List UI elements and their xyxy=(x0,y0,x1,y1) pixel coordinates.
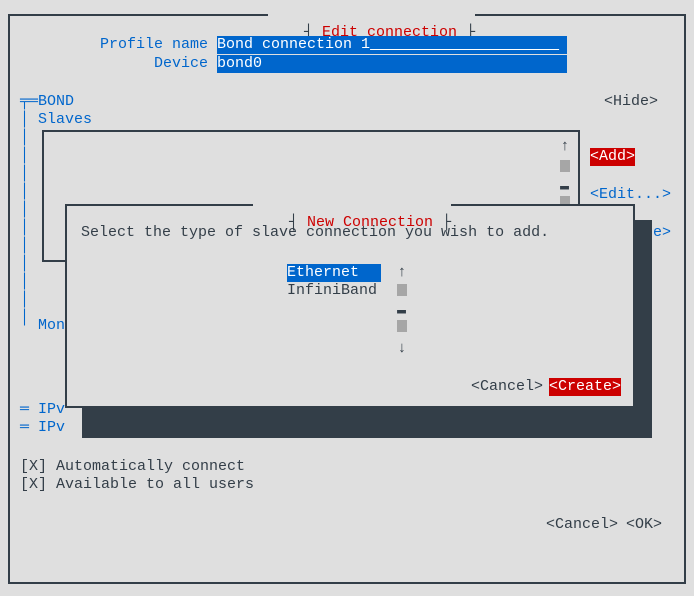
connection-type-ethernet[interactable]: Ethernet xyxy=(287,264,381,282)
dialog-scroll-thumb-1 xyxy=(397,284,407,302)
edit-button[interactable]: <Edit...> xyxy=(590,186,671,204)
device-input[interactable]: bond0 xyxy=(217,55,567,73)
device-value: bond0 xyxy=(217,55,262,72)
slaves-scroll-up[interactable]: ↑ xyxy=(560,138,570,156)
profile-name-label: Profile name xyxy=(100,36,208,54)
dialog-scroll-thumb-2 xyxy=(397,320,407,338)
profile-name-value: Bond connection 1 xyxy=(217,36,370,53)
device-label: Device xyxy=(154,55,208,73)
bond-section-bar-1: │ xyxy=(20,111,29,129)
profile-name-input[interactable]: Bond connection 1 xyxy=(217,36,567,54)
new-connection-dialog: ┤ New Connection ├ Select the type of sl… xyxy=(65,204,635,408)
monitoring-label-fragment: Mon xyxy=(38,317,65,335)
dialog-prompt: Select the type of slave connection you … xyxy=(81,224,549,242)
hide-button[interactable]: <Hide> xyxy=(604,93,658,111)
dialog-cancel-button[interactable]: <Cancel> xyxy=(471,378,543,396)
available-all-users-checkbox[interactable]: [X] Available to all users xyxy=(20,476,254,494)
outer-ok-button[interactable]: <OK> xyxy=(626,516,662,534)
ipv4-row: ═ IPv xyxy=(20,401,65,419)
slaves-label: Slaves xyxy=(38,111,92,129)
dialog-scroll-down[interactable]: ↓ xyxy=(397,340,407,358)
delete-button-tail[interactable]: e> xyxy=(653,224,671,242)
ipv6-row: ═ IPv xyxy=(20,419,65,437)
dialog-scroll-up[interactable]: ↑ xyxy=(397,264,407,282)
dialog-create-button[interactable]: <Create> xyxy=(549,378,621,396)
auto-connect-checkbox[interactable]: [X] Automatically connect xyxy=(20,458,245,476)
outer-cancel-button[interactable]: <Cancel> xyxy=(546,516,618,534)
bond-section-bar-2: │││││││││││ xyxy=(20,129,29,329)
slaves-scroll-mark: ▬ xyxy=(560,178,569,196)
add-button[interactable]: <Add> xyxy=(590,148,635,166)
bond-label: BOND xyxy=(38,93,74,111)
bond-section-corner: ╤═ xyxy=(20,93,38,111)
connection-type-infiniband[interactable]: InfiniBand xyxy=(287,282,381,300)
dialog-scroll-mark: ▬ xyxy=(397,302,406,320)
slaves-scroll-thumb-1 xyxy=(560,160,570,178)
